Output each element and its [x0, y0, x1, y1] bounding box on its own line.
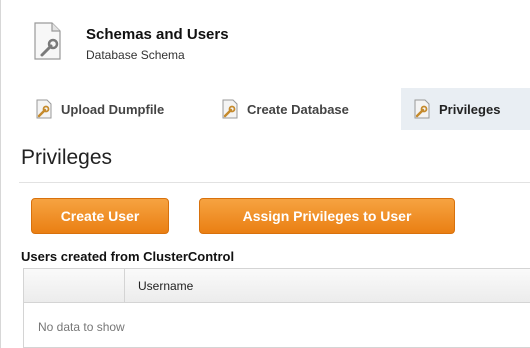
column-divider: [124, 269, 125, 303]
create-user-button[interactable]: Create User: [31, 198, 169, 234]
empty-table-message: No data to show: [38, 320, 125, 334]
schemas-users-panel: Schemas and Users Database Schema Upload…: [0, 0, 530, 348]
section-title: Privileges: [21, 146, 113, 169]
page-subtitle: Database Schema: [86, 48, 185, 62]
tab-privileges[interactable]: Privileges: [401, 88, 530, 130]
tab-upload-dumpfile[interactable]: Upload Dumpfile: [35, 88, 164, 130]
table-header: Username: [24, 269, 530, 303]
document-wrench-icon: [36, 99, 52, 119]
document-wrench-icon: [34, 22, 61, 60]
assign-privileges-button[interactable]: Assign Privileges to User: [199, 198, 455, 234]
tab-label: Upload Dumpfile: [61, 101, 165, 117]
tab-create-database[interactable]: Create Database: [221, 88, 349, 130]
tab-bar: Upload Dumpfile Create Database Privileg…: [23, 88, 530, 130]
page-title: Schemas and Users: [86, 26, 229, 43]
column-header-username[interactable]: Username: [138, 279, 193, 293]
document-wrench-icon: [414, 99, 430, 119]
tab-label: Privileges: [439, 101, 501, 117]
divider: [19, 182, 530, 183]
users-table-heading: Users created from ClusterControl: [21, 249, 235, 264]
document-wrench-icon: [222, 99, 238, 119]
users-table: Username No data to show: [23, 268, 530, 348]
tab-label: Create Database: [247, 101, 349, 117]
